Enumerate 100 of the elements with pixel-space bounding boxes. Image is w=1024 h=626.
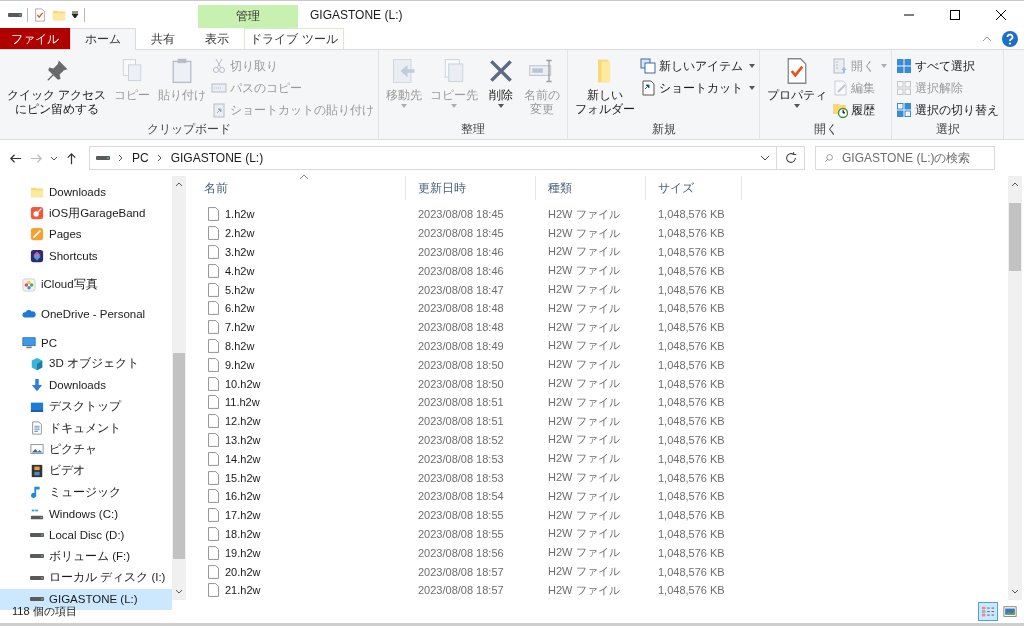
refresh-button[interactable] <box>777 146 805 170</box>
nav-item[interactable]: OneDrive - Personal <box>0 302 172 325</box>
file-name[interactable]: 7.h2w <box>225 321 255 334</box>
file-name[interactable]: 4.h2w <box>225 264 255 277</box>
file-icon <box>208 245 219 259</box>
search-icon <box>824 151 834 165</box>
scroll-down-icon[interactable] <box>175 589 183 594</box>
properties-icon[interactable] <box>33 7 47 22</box>
drive-icon[interactable] <box>8 11 22 18</box>
ribbon-button[interactable]: 新しい フォルダー <box>572 53 639 121</box>
scrollbar-thumb[interactable] <box>1009 203 1021 271</box>
ribbon-button[interactable]: 履歴 <box>832 100 888 120</box>
date-cell-text: 2023/08/08 18:56 <box>417 546 505 559</box>
nav-item[interactable]: ドキュメント <box>0 417 172 439</box>
file-list-scrollbar[interactable] <box>1008 176 1022 600</box>
ribbon-tab[interactable]: ホーム <box>70 28 136 50</box>
file-icon <box>208 470 219 485</box>
file-name[interactable]: 13.h2w <box>225 433 261 446</box>
size-cell-text: 1,048,576 KB <box>657 490 726 503</box>
breadcrumb-item[interactable]: PC <box>132 151 149 165</box>
film-icon <box>30 463 44 478</box>
nav-item[interactable]: ビデオ <box>0 460 172 482</box>
file-name[interactable]: 12.h2w <box>225 415 261 428</box>
file-icon <box>208 432 219 447</box>
file-name[interactable]: 3.h2w <box>225 246 255 258</box>
type-cell-text: H2W ファイル <box>547 488 621 504</box>
type-cell-text: H2W ファイル <box>547 244 621 260</box>
file-name[interactable]: 5.h2w <box>225 283 255 296</box>
nav-item[interactable]: Pages <box>0 223 172 246</box>
ribbon-tab[interactable]: ファイル <box>0 28 70 49</box>
drive-icon <box>96 155 110 161</box>
file-name[interactable]: 16.h2w <box>225 490 261 503</box>
ribbon-button[interactable]: ショートカット <box>640 78 756 98</box>
nav-item[interactable]: 3D オブジェクト <box>0 353 172 375</box>
help-icon[interactable] <box>1002 30 1018 47</box>
nav-item[interactable]: ローカル ディスク (I:) <box>0 567 172 589</box>
column-header[interactable]: 名前 <box>192 176 406 200</box>
scroll-up-icon[interactable] <box>175 182 183 187</box>
file-icon <box>208 583 219 598</box>
file-name[interactable]: 9.h2w <box>225 358 255 371</box>
scrollbar-thumb[interactable] <box>173 353 185 559</box>
ribbon-tab[interactable]: 表示 <box>190 28 244 49</box>
caret-icon <box>451 104 458 108</box>
nav-item[interactable]: ピクチャ <box>0 438 172 461</box>
date-cell-text: 2023/08/08 18:50 <box>417 358 505 371</box>
nav-item[interactable]: Local Disc (D:) <box>0 524 172 546</box>
breadcrumb-item[interactable]: GIGASTONE (L:) <box>170 151 264 165</box>
ribbon-tab[interactable]: ドライブ ツール <box>244 28 344 49</box>
history-icon <box>832 102 849 118</box>
file-name[interactable]: 1.h2w <box>225 208 255 221</box>
file-name[interactable]: 18.h2w <box>225 527 261 540</box>
size-cell-text: 1,048,576 KB <box>657 527 726 540</box>
nav-item[interactable]: Downloads <box>0 181 172 203</box>
column-header[interactable]: サイズ <box>646 176 742 200</box>
collapse-ribbon-icon[interactable] <box>982 35 992 42</box>
nav-item[interactable]: PC <box>0 331 172 354</box>
ribbon-button[interactable]: 選択の切り替え <box>896 100 1000 120</box>
file-name[interactable]: 8.h2w <box>225 339 255 352</box>
size-cell-text: 1,048,576 KB <box>657 415 726 428</box>
file-name[interactable]: 14.h2w <box>225 452 261 465</box>
caret-icon <box>749 64 756 68</box>
nav-item[interactable]: iOS用GarageBand <box>0 202 172 224</box>
file-name[interactable]: 21.h2w <box>225 584 261 597</box>
column-header[interactable]: 種類 <box>536 176 646 200</box>
file-name[interactable]: 17.h2w <box>225 509 261 522</box>
search-field[interactable]: GIGASTONE (L:)の検索 <box>815 146 995 170</box>
scroll-down-icon[interactable] <box>1011 589 1019 594</box>
nav-item[interactable]: iCloud写真 <box>0 274 172 296</box>
scroll-up-icon[interactable] <box>1011 182 1019 187</box>
type-cell-text: H2W ファイル <box>547 507 621 523</box>
ribbon-button[interactable]: すべて選択 <box>896 56 1000 76</box>
sidebar-scrollbar[interactable] <box>172 176 186 600</box>
ribbon-tab[interactable]: 共有 <box>136 28 190 49</box>
dropdown-icon[interactable] <box>760 155 770 161</box>
type-cell-text: H2W ファイル <box>547 413 621 429</box>
nav-item[interactable]: Shortcuts <box>0 245 172 267</box>
ribbon-button[interactable]: プロパティ <box>764 53 831 121</box>
file-name[interactable]: 20.h2w <box>225 565 261 578</box>
nav-item[interactable]: ボリューム (F:) <box>0 545 172 568</box>
type-cell-text: H2W ファイル <box>547 357 621 373</box>
nav-item[interactable]: ミュージック <box>0 481 172 503</box>
nav-item[interactable]: Windows (C:) <box>0 502 172 525</box>
file-name[interactable]: 11.h2w <box>225 396 260 409</box>
column-header[interactable]: 更新日時 <box>406 176 536 200</box>
ribbon-button[interactable]: 削除 <box>483 53 520 121</box>
size-cell-text: 1,048,576 KB <box>657 509 726 522</box>
file-name[interactable]: 10.h2w <box>225 377 261 390</box>
file-name[interactable]: 2.h2w <box>225 227 255 240</box>
nav-item[interactable]: デスクトップ <box>0 396 172 418</box>
file-name[interactable]: 19.h2w <box>225 546 261 559</box>
file-name[interactable]: 6.h2w <box>225 302 255 315</box>
type-cell-text: H2W ファイル <box>547 300 621 316</box>
customize-dropdown-icon[interactable] <box>71 10 79 19</box>
caret-icon <box>794 104 801 108</box>
ribbon-button[interactable]: クイック アクセス にピン留めする <box>4 53 110 121</box>
recent-dropdown-icon[interactable] <box>50 155 58 161</box>
file-name[interactable]: 15.h2w <box>225 471 261 484</box>
address-bar[interactable]: PC GIGASTONE (L:) <box>89 146 777 170</box>
ribbon-button[interactable]: 新しいアイテム <box>640 56 756 76</box>
nav-item[interactable]: Downloads <box>0 374 172 396</box>
